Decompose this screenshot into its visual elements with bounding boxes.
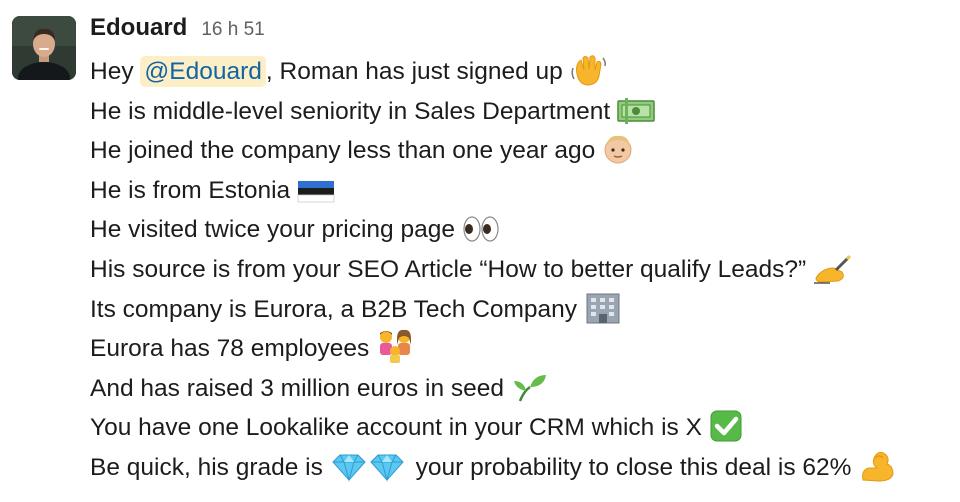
message-timestamp[interactable]: 16 h 51: [201, 19, 264, 41]
line-text: You have one Lookalike account in your C…: [90, 414, 702, 442]
estonia-flag-icon: [296, 177, 336, 205]
line-text: He visited twice your pricing page: [90, 216, 455, 244]
message-header: Edouard 16 h 51: [90, 14, 265, 48]
gem-stone-icon: [329, 452, 409, 482]
sender-name[interactable]: Edouard: [90, 14, 187, 42]
message-body: Hey @Edouard, Roman has just signed up H…: [90, 52, 960, 488]
avatar[interactable]: [12, 16, 76, 80]
line-text: He is middle-level seniority in Sales De…: [90, 97, 611, 125]
line-text: And has raised 3 million euros in seed: [90, 374, 505, 402]
writing-hand-icon: [812, 254, 852, 284]
flexed-biceps-icon: [857, 450, 897, 482]
money-banknote-icon: [616, 96, 656, 126]
line-text: He joined the company less than one year…: [90, 137, 596, 165]
message-line: He joined the company less than one year…: [90, 131, 960, 171]
message-line: Eurora has 78 employees: [90, 329, 960, 369]
message-line: Hey @Edouard, Roman has just signed up: [90, 52, 960, 92]
greeting-suffix: , Roman has just signed up: [265, 58, 563, 85]
seedling-icon: [510, 371, 550, 403]
check-mark-button-icon: [708, 410, 746, 442]
line-text: He is from Estonia: [90, 176, 291, 204]
line-text: Its company is Eurora, a B2B Tech Compan…: [90, 295, 578, 323]
office-building-icon: [583, 292, 623, 324]
line-text: Be quick, his grade is: [90, 453, 323, 481]
message-line: His source is from your SEO Article “How…: [90, 250, 960, 290]
user-mention[interactable]: @Edouard: [140, 56, 266, 87]
message-line: He visited twice your pricing page: [90, 210, 960, 250]
message-line: You have one Lookalike account in your C…: [90, 408, 960, 448]
waving-hand-icon: [569, 54, 609, 86]
slack-message: Edouard 16 h 51 Hey @Edouard, Roman has …: [0, 0, 960, 502]
message-line: Its company is Eurora, a B2B Tech Compan…: [90, 290, 960, 330]
message-line: He is from Estonia: [90, 171, 960, 211]
avatar-photo: [12, 16, 76, 80]
line-text: His source is from your SEO Article “How…: [90, 255, 807, 283]
greeting-prefix: Hey: [90, 58, 141, 85]
message-line: Be quick, his grade is your probability …: [90, 448, 960, 488]
baby-face-icon: [601, 133, 635, 165]
eyes-icon: [461, 214, 501, 244]
message-line: And has raised 3 million euros in seed: [90, 369, 960, 409]
line-text: Eurora has 78 employees: [90, 335, 370, 363]
family-icon: [375, 329, 415, 364]
grade-suffix: your probability to close this deal is 6…: [408, 453, 852, 481]
message-line: He is middle-level seniority in Sales De…: [90, 92, 960, 132]
